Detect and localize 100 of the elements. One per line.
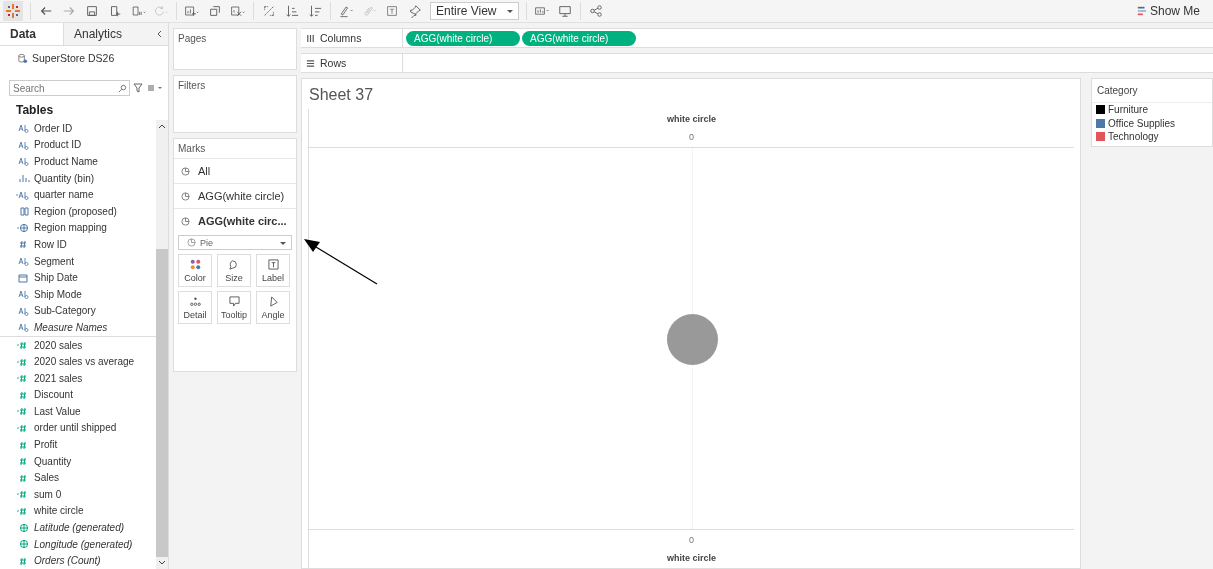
legend-label[interactable]: Furniture xyxy=(1108,104,1148,116)
mark-property-button[interactable]: Tooltip xyxy=(217,291,251,324)
columns-icon xyxy=(306,33,315,43)
datasource-name[interactable]: SuperStore DS26 xyxy=(32,52,115,64)
new-sheet-icon[interactable] xyxy=(184,4,200,18)
pin-icon[interactable] xyxy=(407,4,423,18)
presentation-icon[interactable] xyxy=(557,4,574,18)
axis-title: white circle xyxy=(667,553,716,563)
section-title: Tables xyxy=(15,102,55,119)
field-item[interactable]: quarter name xyxy=(0,186,156,203)
search-field[interactable]: Search xyxy=(9,80,130,96)
shelf-label: Columns xyxy=(320,32,362,44)
calc-text-icon xyxy=(16,189,30,200)
field-item[interactable]: 2021 sales xyxy=(0,369,156,387)
field-item[interactable]: Product ID xyxy=(0,136,156,154)
pie-icon xyxy=(181,216,190,226)
mark-property-button[interactable]: Color xyxy=(178,254,212,287)
field-item[interactable]: Ship Date xyxy=(0,269,156,286)
field-item[interactable]: Segment xyxy=(0,252,156,270)
marks-layer-tab[interactable]: All xyxy=(174,158,296,183)
filter-icon[interactable] xyxy=(133,83,143,93)
marks-layer-tab[interactable]: AGG(white circ... xyxy=(174,208,296,233)
field-item[interactable]: Latitude (generated) xyxy=(0,519,156,536)
text-type-icon xyxy=(16,123,30,134)
field-item[interactable]: Region (proposed) xyxy=(0,202,156,220)
scrollbar[interactable] xyxy=(156,120,168,569)
scroll-down-icon[interactable] xyxy=(158,559,166,567)
legend-label[interactable]: Technology xyxy=(1108,131,1159,143)
cards-icon[interactable] xyxy=(534,4,551,18)
search-icon xyxy=(118,84,127,93)
card-title: Marks xyxy=(177,142,207,156)
legend-label[interactable]: Office Supplies xyxy=(1108,117,1176,129)
show-me-button[interactable]: Show Me xyxy=(1130,3,1206,19)
field-item[interactable]: Sub-Category xyxy=(0,302,156,320)
sheet-title: Sheet 37 xyxy=(308,85,375,105)
pane-tab[interactable]: Data xyxy=(0,23,64,45)
card-title: Pages xyxy=(177,32,208,46)
axis-tick: 0 xyxy=(689,535,694,545)
marks-layer-tab[interactable]: AGG(white circle) xyxy=(174,183,296,208)
field-item[interactable]: Orders (Count) xyxy=(0,552,156,569)
field-item[interactable]: Measure Names xyxy=(0,319,156,336)
speech-bubble-icon xyxy=(228,295,240,307)
collapse-icon[interactable] xyxy=(156,30,164,38)
pie-icon xyxy=(187,238,196,247)
back-icon[interactable] xyxy=(38,4,54,18)
view-mode-dropdown[interactable]: Entire View xyxy=(430,2,520,20)
field-item[interactable]: Row ID xyxy=(0,236,156,253)
field-item[interactable]: 2020 sales vs average xyxy=(0,353,156,370)
mark-property-button[interactable]: Detail xyxy=(178,291,212,324)
field-item[interactable]: Order ID xyxy=(0,120,156,137)
field-item[interactable]: Discount xyxy=(0,386,156,404)
logo-icon[interactable] xyxy=(3,1,23,21)
text-type-icon xyxy=(16,156,30,167)
view-options-icon[interactable] xyxy=(146,83,164,93)
scroll-thumb[interactable] xyxy=(156,249,168,557)
field-item[interactable]: Product Name xyxy=(0,153,156,170)
field-item[interactable]: order until shipped xyxy=(0,419,156,437)
duplicate-icon[interactable] xyxy=(207,4,223,18)
angle-icon xyxy=(267,295,279,307)
axis-title: white circle xyxy=(667,114,716,124)
shelf-label: Rows xyxy=(320,57,347,69)
shape-icon xyxy=(228,258,240,270)
calendar-icon xyxy=(16,272,30,283)
legend-title: Category xyxy=(1092,79,1212,103)
text-box-icon[interactable] xyxy=(384,4,400,18)
highlight-icon[interactable] xyxy=(338,4,354,18)
field-item[interactable]: 2020 sales xyxy=(0,336,156,354)
field-item[interactable]: white circle xyxy=(0,502,156,520)
field-item[interactable]: Sales xyxy=(0,469,156,487)
field-item[interactable]: Longitude (generated) xyxy=(0,535,156,553)
sort-descending-icon[interactable] xyxy=(307,4,323,18)
field-item[interactable]: Region mapping xyxy=(0,219,156,237)
caret-icon xyxy=(506,7,515,15)
mark-type-dropdown[interactable]: Pie xyxy=(178,235,292,250)
text-type-icon xyxy=(16,305,30,316)
rows-shelf[interactable]: Rows xyxy=(301,53,1213,73)
field-item[interactable]: Quantity xyxy=(0,452,156,470)
save-icon[interactable] xyxy=(84,4,100,18)
mark-property-button[interactable]: Label xyxy=(256,254,290,287)
text-type-icon xyxy=(16,256,30,267)
datasource-icon xyxy=(17,52,28,64)
axis-tick: 0 xyxy=(689,132,694,142)
histogram-icon xyxy=(16,173,30,184)
mark-property-button[interactable]: Angle xyxy=(256,291,290,324)
sort-ascending-icon[interactable] xyxy=(284,4,300,18)
text-box-icon xyxy=(267,258,279,270)
field-item[interactable]: sum 0 xyxy=(0,486,156,503)
forward-icon[interactable] xyxy=(61,4,77,18)
field-item[interactable]: Ship Mode xyxy=(0,285,156,303)
field-item[interactable]: Profit xyxy=(0,436,156,453)
text-type-icon xyxy=(16,289,30,300)
share-icon[interactable] xyxy=(588,4,605,18)
dots-icon xyxy=(189,295,201,307)
globe-icon xyxy=(16,222,30,233)
mark-property-button[interactable]: Size xyxy=(217,254,251,287)
clear-sheet-icon[interactable] xyxy=(230,4,246,18)
scroll-up-icon[interactable] xyxy=(158,122,166,130)
field-item[interactable]: Last Value xyxy=(0,403,156,420)
rows-icon xyxy=(306,58,315,68)
field-item[interactable]: Quantity (bin) xyxy=(0,169,156,187)
